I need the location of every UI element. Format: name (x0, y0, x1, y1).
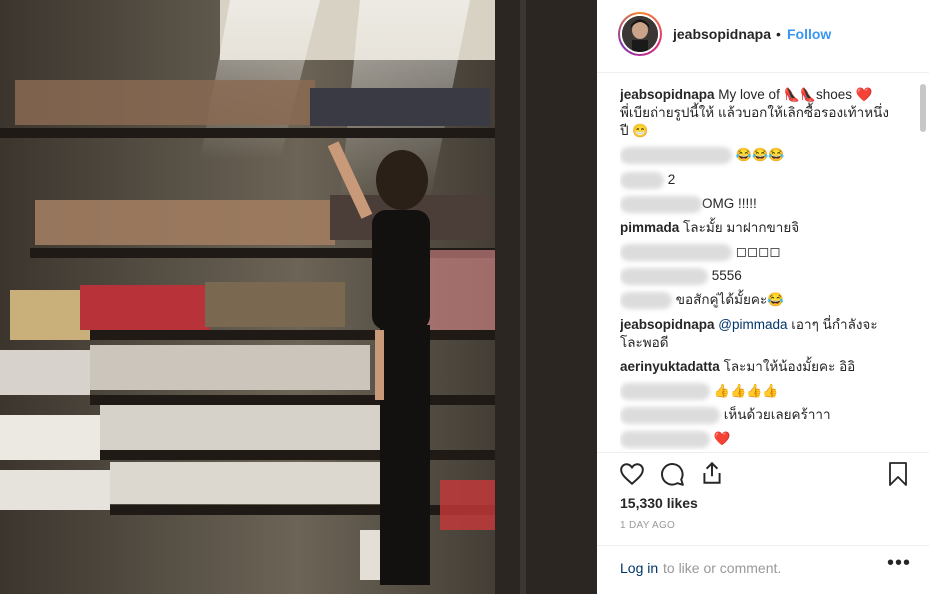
comment-username[interactable]: jeabsopidnapa (620, 317, 715, 332)
high-heel-icon: 👠👠 (783, 87, 816, 102)
caption-line2: พี่เบียถ่ายรูปนี้ให้ แล้วบอกให้เลิกซื้อร… (620, 105, 889, 120)
list-item: jeabsopidnapa @pimmada เอาๆ นี่กำลังจะ โ… (620, 316, 900, 352)
comment-text: ❤️ (713, 431, 731, 446)
more-icon[interactable]: ••• (887, 552, 911, 575)
list-item: ❤️ (620, 430, 900, 448)
comments-scrollbar[interactable] (919, 74, 927, 452)
comment-username[interactable]: aerinyuktadatta (620, 359, 720, 374)
list-item: 😂😂😂 (620, 146, 900, 164)
comment-text: ◻◻◻◻ (735, 244, 781, 259)
comment-mention[interactable]: @pimmada (718, 317, 787, 332)
blurred-username (620, 243, 732, 261)
follow-button[interactable]: Follow (787, 26, 831, 42)
blurred-username (620, 195, 702, 213)
list-item: 5556 (620, 267, 900, 285)
comment-text: ขอสักคู่ได้มั้ยคะ😂 (675, 292, 785, 307)
list-item: aerinyuktadatta โละมาให้น้องมั้ยคะ อิอิ (620, 358, 900, 376)
comment-text: เห็นด้วยเลยคร้าาา (723, 407, 831, 422)
comment-text-2: โละพอดี (620, 335, 669, 350)
heart-icon[interactable] (619, 461, 645, 487)
share-icon[interactable] (699, 460, 725, 486)
likes-count[interactable]: 15,330 likes (620, 495, 698, 511)
post-date: 1 DAY AGO (620, 520, 676, 531)
header-username[interactable]: jeabsopidnapa (673, 26, 771, 42)
post-side-panel: jeabsopidnapa • Follow jeabsopidnapa My … (597, 0, 929, 594)
list-item: เห็นด้วยเลยคร้าาา (620, 406, 900, 424)
comment-text: 😂😂😂 (735, 147, 785, 162)
blurred-username (620, 267, 708, 285)
login-prompt: to like or comment. (663, 560, 782, 576)
login-link[interactable]: Log in (620, 560, 658, 576)
blurred-username (620, 291, 672, 309)
list-item: 2 (620, 171, 900, 189)
grin-emoji-icon: 😁 (632, 123, 649, 138)
list-item: OMG !!!!! (620, 195, 900, 213)
blurred-username (620, 146, 732, 164)
post-header: jeabsopidnapa • Follow (597, 0, 929, 73)
list-item: 👍👍👍👍 (620, 382, 900, 400)
separator-dot: • (776, 26, 781, 42)
comment-text: 5556 (711, 268, 742, 283)
comments-list: jeabsopidnapa My love of 👠👠shoes ❤️ พี่เ… (620, 82, 900, 450)
blurred-username (620, 382, 710, 400)
heart-emoji-icon: ❤️ (855, 87, 873, 102)
caption: jeabsopidnapa My love of 👠👠shoes ❤️ พี่เ… (620, 86, 900, 140)
comment-username[interactable]: pimmada (620, 220, 679, 235)
blurred-username (620, 406, 720, 424)
comment-text: โละมาให้น้องมั้ยคะ อิอิ (723, 359, 856, 374)
post-actions: 15,330 likes 1 DAY AGO Log in to like or… (597, 452, 929, 595)
avatar[interactable] (618, 12, 662, 56)
caption-text: My love of (718, 87, 784, 102)
list-item: ขอสักคู่ได้มั้ยคะ😂 (620, 291, 900, 309)
comment-text: โละมั้ย มาฝากขายจิ (683, 220, 800, 235)
comment-text: OMG !!!!! (702, 196, 757, 211)
caption-shoes: shoes (815, 87, 852, 102)
comment-text: 👍👍👍👍 (713, 383, 779, 398)
blurred-username (620, 430, 710, 448)
post-photo[interactable] (0, 0, 597, 594)
caption-username[interactable]: jeabsopidnapa (620, 87, 715, 102)
blurred-username (620, 171, 664, 189)
caption-line3: ปี (620, 123, 629, 138)
comment-text: เอาๆ นี่กำลังจะ (787, 317, 878, 332)
comment-icon[interactable] (659, 461, 685, 487)
list-item: pimmada โละมั้ย มาฝากขายจิ (620, 219, 900, 237)
scrollbar-thumb[interactable] (920, 84, 926, 132)
list-item: ◻◻◻◻ (620, 243, 900, 261)
add-comment-bar: Log in to like or comment. ••• (597, 545, 929, 596)
comment-text: 2 (667, 172, 676, 187)
bookmark-icon[interactable] (886, 461, 910, 487)
avatar-image (622, 16, 658, 52)
